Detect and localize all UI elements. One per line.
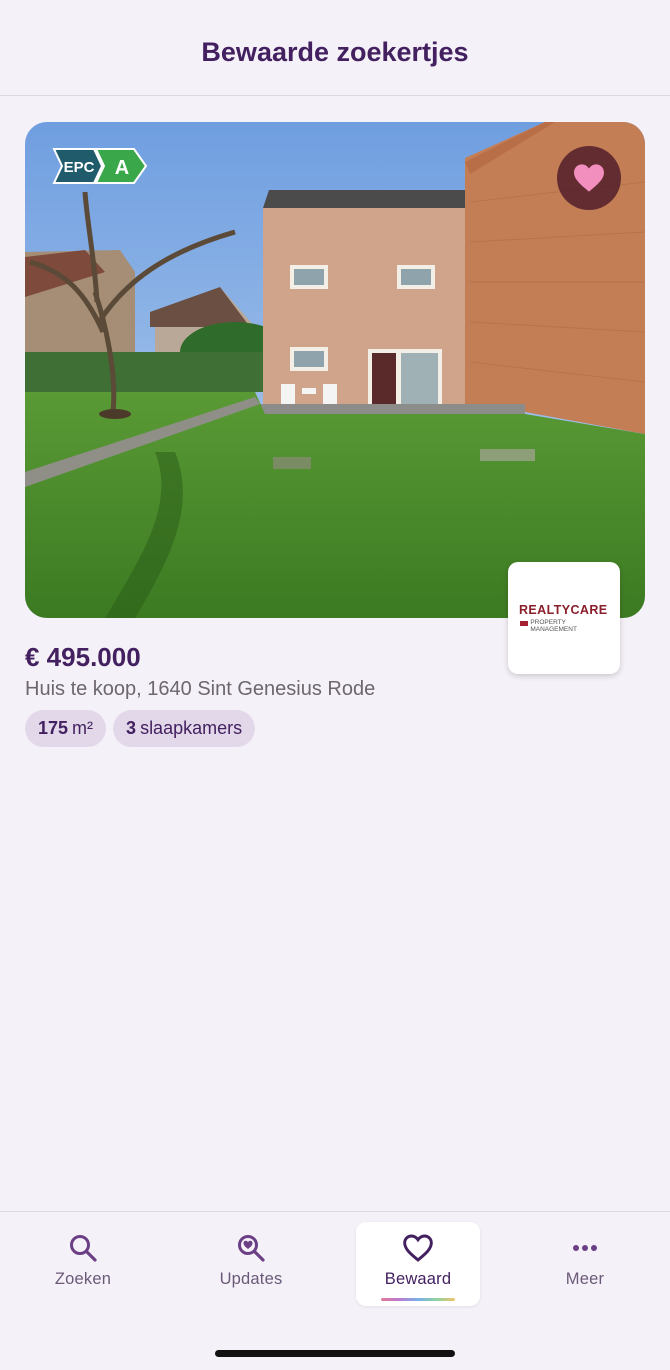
tab-label: Zoeken	[54, 1270, 112, 1288]
house-photo-illustration	[25, 122, 645, 618]
listing-photo[interactable]	[25, 122, 645, 618]
heart-filled-icon	[574, 164, 604, 192]
page-title: Bewaarde zoekertjes	[201, 37, 469, 67]
favorite-button[interactable]	[557, 146, 621, 210]
listing-price: € 495.000	[25, 642, 141, 672]
search-icon	[70, 1235, 97, 1262]
header-bar: Bewaarde zoekertjes	[0, 0, 670, 96]
epc-label: EPC	[64, 159, 95, 176]
tab-updates[interactable]: Updates	[189, 1222, 313, 1306]
epc-badge: EPC A	[52, 148, 148, 184]
tab-meer[interactable]: Meer	[523, 1222, 647, 1306]
home-indicator[interactable]	[215, 1350, 455, 1357]
bottom-tab-bar: Zoeken Updates Bewaard Meer	[0, 1211, 670, 1370]
listing-features: 175 m² 3 slaapkamers	[25, 710, 256, 747]
heart-outline-icon	[403, 1234, 433, 1262]
tab-zoeken[interactable]: Zoeken	[21, 1222, 145, 1306]
chip-bedrooms: 3 slaapkamers	[113, 710, 256, 747]
tab-bewaard[interactable]: Bewaard	[356, 1222, 480, 1306]
agency-logo-wordmark: REALTYCARE	[519, 603, 608, 617]
active-indicator	[381, 1298, 455, 1301]
tab-label: Meer	[565, 1270, 605, 1288]
tab-label: Updates	[219, 1270, 283, 1288]
tab-label: Bewaard	[384, 1270, 452, 1288]
epc-grade: A	[115, 157, 129, 179]
agency-logo[interactable]: REALTYCARE PROPERTY MANAGEMENT	[508, 562, 620, 674]
more-dots-icon	[573, 1245, 597, 1251]
chip-surface: 175 m²	[25, 710, 107, 747]
search-heart-icon	[238, 1235, 265, 1262]
listing-address: Huis te koop, 1640 Sint Genesius Rode	[25, 678, 376, 700]
agency-logo-subtext: PROPERTY MANAGEMENT	[520, 619, 608, 633]
